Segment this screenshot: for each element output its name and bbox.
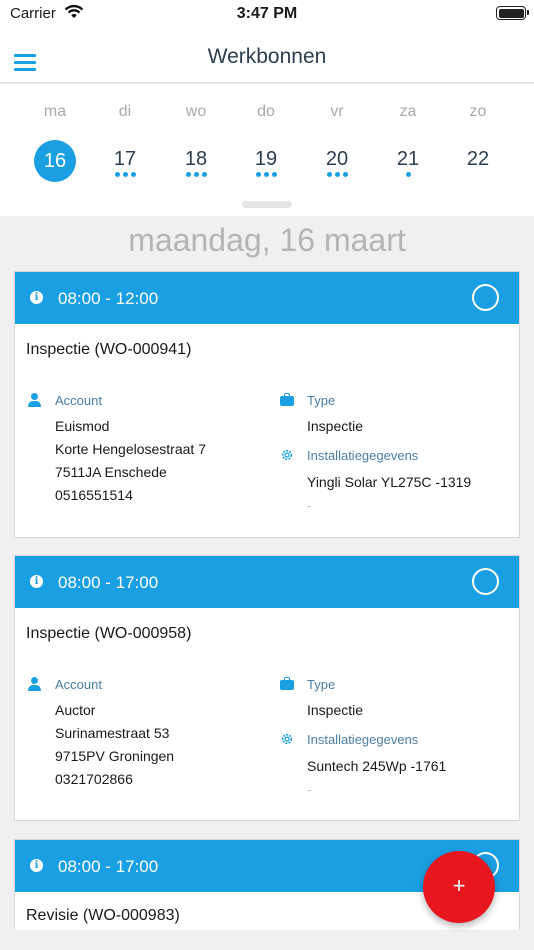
account-street: Korte Hengelosestraat 7 bbox=[55, 441, 206, 457]
battery-icon bbox=[496, 6, 529, 20]
account-label: Account bbox=[55, 677, 102, 692]
info-icon: i bbox=[30, 291, 43, 304]
type-value: Inspectie bbox=[307, 418, 364, 434]
installation-value: Yingli Solar YL275C -1319 bbox=[307, 474, 472, 490]
weekday-label: vr bbox=[330, 103, 344, 120]
day-16-selected[interactable]: 16 bbox=[34, 140, 76, 182]
weekday-label: za bbox=[399, 103, 417, 120]
installation-label: Installatiegegevens bbox=[307, 448, 419, 463]
week-selector: ma di wo do vr za zo 16 17 18 19 20 21 2… bbox=[0, 84, 534, 216]
status-bar: Carrier 3:47 PM bbox=[0, 0, 534, 30]
account-label: Account bbox=[55, 393, 102, 408]
work-order-title: Inspectie (WO-000958) bbox=[26, 625, 192, 642]
event-dots bbox=[171, 172, 221, 177]
account-city: 7511JA Enschede bbox=[55, 464, 167, 480]
time-range: 08:00 - 12:00 bbox=[58, 289, 159, 308]
event-dots bbox=[241, 172, 291, 177]
installation-extra: - bbox=[307, 498, 312, 513]
event-dots bbox=[383, 172, 433, 177]
card-header: i 08:00 - 12:00 bbox=[15, 272, 519, 324]
person-icon bbox=[28, 393, 42, 407]
clock: 3:47 PM bbox=[236, 5, 298, 22]
account-street: Surinamestraat 53 bbox=[55, 725, 170, 741]
type-value: Inspectie bbox=[307, 702, 364, 718]
installation-extra: - bbox=[307, 782, 312, 797]
card-header: i 08:00 - 17:00 bbox=[15, 556, 519, 608]
work-order-card[interactable]: i 08:00 - 12:00 Inspectie (WO-000941) Ac… bbox=[14, 271, 520, 538]
time-range: 08:00 - 17:00 bbox=[58, 573, 159, 592]
complete-checkbox[interactable] bbox=[472, 284, 499, 311]
event-dots bbox=[100, 172, 150, 177]
complete-checkbox[interactable] bbox=[472, 568, 499, 595]
gear-icon bbox=[281, 733, 293, 745]
account-city: 9715PV Groningen bbox=[55, 748, 175, 764]
person-icon bbox=[28, 677, 42, 691]
page-title: Werkbonnen bbox=[207, 45, 327, 68]
weekday-label: wo bbox=[185, 103, 207, 120]
weekday-label: zo bbox=[469, 103, 487, 120]
event-dots bbox=[312, 172, 362, 177]
day-22[interactable]: 22 bbox=[457, 138, 499, 180]
account-phone[interactable]: 0516551514 bbox=[55, 487, 133, 503]
work-order-card[interactable]: i 08:00 - 17:00 Inspectie (WO-000958) Ac… bbox=[14, 555, 520, 821]
account-name: Euismod bbox=[55, 418, 110, 434]
briefcase-icon bbox=[280, 677, 294, 691]
navigation-bar: Werkbonnen bbox=[0, 30, 534, 83]
bottom-edge bbox=[0, 930, 534, 950]
selected-date-header: maandag, 16 maart bbox=[128, 222, 406, 258]
weekday-label: di bbox=[118, 103, 132, 120]
info-icon: i bbox=[30, 859, 43, 872]
work-order-title: Revisie (WO-000983) bbox=[26, 907, 180, 924]
account-name: Auctor bbox=[55, 702, 96, 718]
add-work-order-button[interactable]: + bbox=[423, 851, 495, 923]
work-order-title: Inspectie (WO-000941) bbox=[26, 341, 192, 358]
gear-icon bbox=[281, 449, 293, 461]
weekday-label: do bbox=[257, 103, 275, 120]
type-label: Type bbox=[307, 393, 336, 408]
weekday-label: ma bbox=[43, 103, 67, 120]
time-range: 08:00 - 17:00 bbox=[58, 857, 159, 876]
briefcase-icon bbox=[280, 393, 294, 407]
installation-label: Installatiegegevens bbox=[307, 732, 419, 747]
week-drag-handle[interactable] bbox=[242, 201, 292, 208]
info-icon: i bbox=[30, 575, 43, 588]
installation-value: Suntech 245Wp -1761 bbox=[307, 758, 447, 774]
account-phone[interactable]: 0321702866 bbox=[55, 771, 133, 787]
type-label: Type bbox=[307, 677, 336, 692]
